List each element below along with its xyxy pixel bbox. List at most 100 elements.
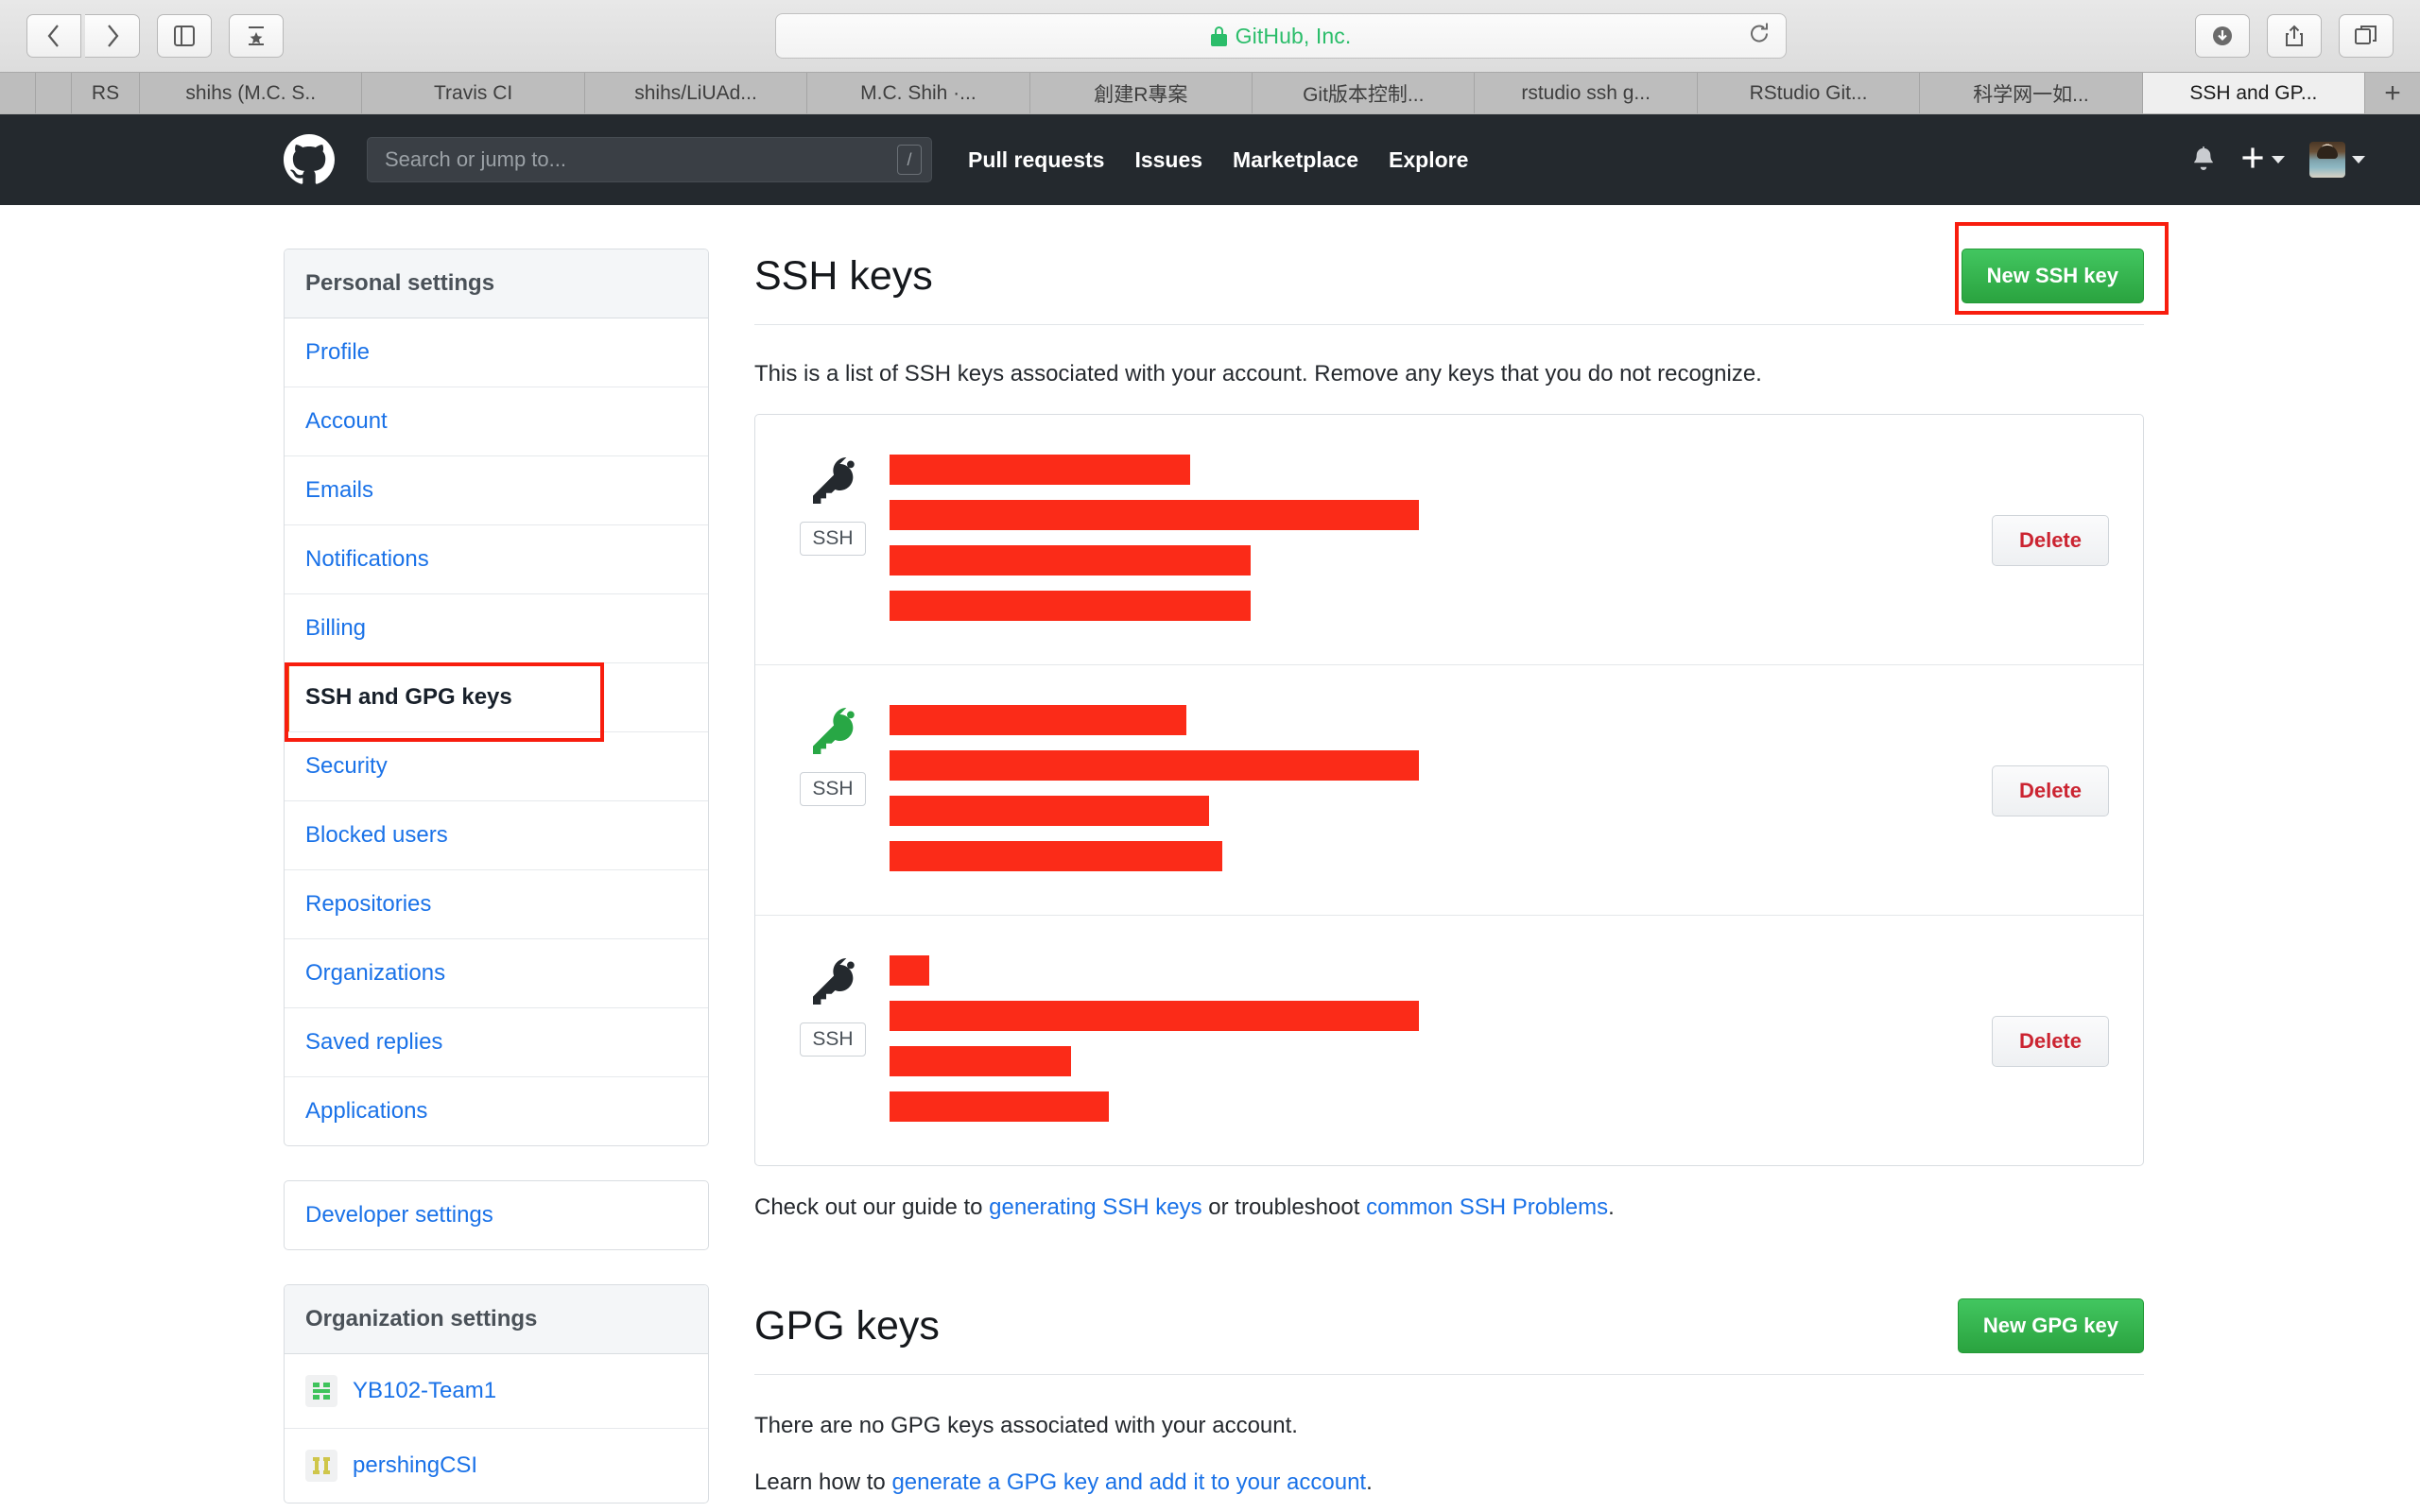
ssh-key-lastused-line: [890, 839, 1939, 885]
bell-icon[interactable]: [2191, 144, 2216, 177]
ssh-key-title-line: [890, 453, 1939, 498]
browser-tab[interactable]: [0, 73, 36, 113]
ssh-badge: SSH: [800, 772, 866, 806]
ssh-key-lastused-line: [890, 1090, 1939, 1135]
org-name: pershingCSI: [353, 1452, 478, 1478]
browser-tab[interactable]: RStudio Git...: [1697, 73, 1921, 113]
nav-marketplace[interactable]: Marketplace: [1233, 147, 1358, 173]
sidebar-item-blocked-users[interactable]: Blocked users: [285, 801, 708, 870]
ssh-key-added-line: [890, 794, 1939, 839]
forward-button[interactable]: [85, 14, 140, 58]
browser-tab[interactable]: rstudio ssh g...: [1475, 73, 1698, 113]
sidebar-item-saved-replies[interactable]: Saved replies: [285, 1008, 708, 1077]
ssh-help-footnote: Check out our guide to generating SSH ke…: [754, 1194, 2144, 1221]
ssh-key-title-line: [890, 703, 1939, 748]
delete-ssh-key-button[interactable]: Delete: [1991, 1016, 2109, 1067]
back-button[interactable]: [26, 14, 81, 58]
ssh-key-details: [876, 948, 1939, 1135]
org-avatar-yellow-icon: [305, 1450, 337, 1482]
search-input[interactable]: Search or jump to... /: [367, 137, 932, 182]
chevron-down-icon: [2352, 156, 2365, 163]
key-icon: [806, 952, 859, 1009]
sidebar-item-repositories[interactable]: Repositories: [285, 870, 708, 939]
share-icon[interactable]: [2267, 14, 2322, 58]
gpg-learn-line: Learn how to generate a GPG key and add …: [754, 1469, 2144, 1496]
personal-settings-heading: Personal settings: [285, 249, 708, 318]
redaction-bar: [890, 1001, 1419, 1031]
ssh-key-gutter: SSH: [789, 948, 876, 1135]
bookmarks-button[interactable]: [229, 14, 284, 58]
common-ssh-problems-link[interactable]: common SSH Problems: [1366, 1194, 1608, 1220]
browser-chrome: GitHub, Inc. RS shihs (M.C. S.. Travis C…: [0, 0, 2420, 114]
sidebar-toggle-button[interactable]: [157, 14, 212, 58]
new-ssh-key-button[interactable]: New SSH key: [1961, 249, 2144, 303]
browser-tab[interactable]: shihs (M.C. S..: [140, 73, 363, 113]
browser-tab[interactable]: 創建R專案: [1029, 73, 1253, 113]
sidebar-item-organizations[interactable]: Organizations: [285, 939, 708, 1008]
settings-sidebar: Personal settings Profile Account Emails…: [284, 249, 709, 1503]
tab-bar: RS shihs (M.C. S.. Travis CI shihs/LiUAd…: [0, 72, 2420, 113]
browser-tab[interactable]: Travis CI: [362, 73, 585, 113]
ssh-badge: SSH: [800, 522, 866, 556]
new-tab-button[interactable]: +: [2365, 73, 2420, 113]
sidebar-item-applications[interactable]: Applications: [285, 1077, 708, 1145]
sidebar-item-org-yb102-team1[interactable]: YB102-Team1: [285, 1354, 708, 1429]
create-new-menu[interactable]: [2240, 146, 2285, 175]
browser-tab[interactable]: RS: [72, 73, 140, 113]
sidebar-item-security[interactable]: Security: [285, 732, 708, 801]
developer-settings-card: Developer settings: [284, 1180, 709, 1250]
personal-settings-card: Personal settings Profile Account Emails…: [284, 249, 709, 1146]
chevron-down-icon: [2272, 156, 2285, 163]
ssh-keys-header: SSH keys New SSH key: [754, 222, 2169, 325]
nav-issues[interactable]: Issues: [1134, 147, 1202, 173]
generating-ssh-keys-link[interactable]: generating SSH keys: [989, 1194, 1201, 1220]
ssh-key-details: [876, 697, 1939, 885]
gpg-keys-header: GPG keys New GPG key: [754, 1298, 2144, 1375]
generate-gpg-key-link[interactable]: generate a GPG key and add it to your ac…: [891, 1469, 1366, 1495]
gpg-learn-suffix: .: [1366, 1469, 1373, 1495]
page-title: SSH keys: [754, 253, 933, 299]
browser-tab[interactable]: 科学网一如...: [1920, 73, 2143, 113]
delete-ssh-key-button[interactable]: Delete: [1991, 515, 2109, 566]
user-menu[interactable]: [2309, 142, 2365, 178]
reload-icon[interactable]: [1748, 22, 1771, 51]
ssh-key-fingerprint-line: [890, 999, 1939, 1044]
delete-ssh-key-button[interactable]: Delete: [1991, 765, 2109, 816]
nav-explore[interactable]: Explore: [1389, 147, 1468, 173]
ssh-key-actions: Delete: [1939, 948, 2109, 1135]
sidebar-item-account[interactable]: Account: [285, 387, 708, 456]
organization-settings-heading: Organization settings: [285, 1285, 708, 1354]
redaction-bar: [890, 750, 1419, 781]
org-name: YB102-Team1: [353, 1378, 497, 1403]
browser-tab[interactable]: Git版本控制...: [1253, 73, 1476, 113]
browser-tab-active[interactable]: SSH and GP...: [2142, 73, 2366, 113]
ssh-key-added-line: [890, 1044, 1939, 1090]
organization-settings-card: Organization settings YB102-Team1 pershi…: [284, 1284, 709, 1503]
sidebar-item-profile[interactable]: Profile: [285, 318, 708, 387]
browser-tab[interactable]: [36, 73, 72, 113]
sidebar-item-billing[interactable]: Billing: [285, 594, 708, 663]
sidebar-item-developer-settings[interactable]: Developer settings: [285, 1181, 708, 1249]
sidebar-item-notifications[interactable]: Notifications: [285, 525, 708, 594]
gpg-keys-section: GPG keys New GPG key There are no GPG ke…: [754, 1298, 2144, 1496]
new-gpg-key-button[interactable]: New GPG key: [1957, 1298, 2144, 1353]
navigation-buttons: [26, 14, 140, 58]
ssh-key-lastused-line: [890, 589, 1939, 634]
github-mark-icon[interactable]: [284, 134, 335, 185]
sidebar-item-ssh-and-gpg-keys[interactable]: SSH and GPG keys: [285, 662, 708, 742]
downloads-icon[interactable]: [2195, 14, 2250, 58]
plus-icon: [2240, 146, 2265, 175]
sidebar-item-emails[interactable]: Emails: [285, 456, 708, 525]
nav-pull-requests[interactable]: Pull requests: [968, 147, 1104, 173]
redaction-bar: [890, 796, 1209, 826]
redaction-bar: [890, 705, 1186, 735]
redaction-bar: [890, 591, 1251, 621]
browser-tab[interactable]: shihs/LiUAd...: [584, 73, 808, 113]
tabs-overview-icon[interactable]: [2339, 14, 2394, 58]
toolbar-right-tools: [2195, 14, 2394, 58]
address-bar[interactable]: GitHub, Inc.: [775, 13, 1787, 59]
sidebar-item-org-pershingcsi[interactable]: pershingCSI: [285, 1429, 708, 1503]
ssh-key-actions: Delete: [1939, 447, 2109, 634]
site-name: GitHub, Inc.: [1235, 23, 1352, 48]
browser-tab[interactable]: M.C. Shih ·...: [807, 73, 1030, 113]
